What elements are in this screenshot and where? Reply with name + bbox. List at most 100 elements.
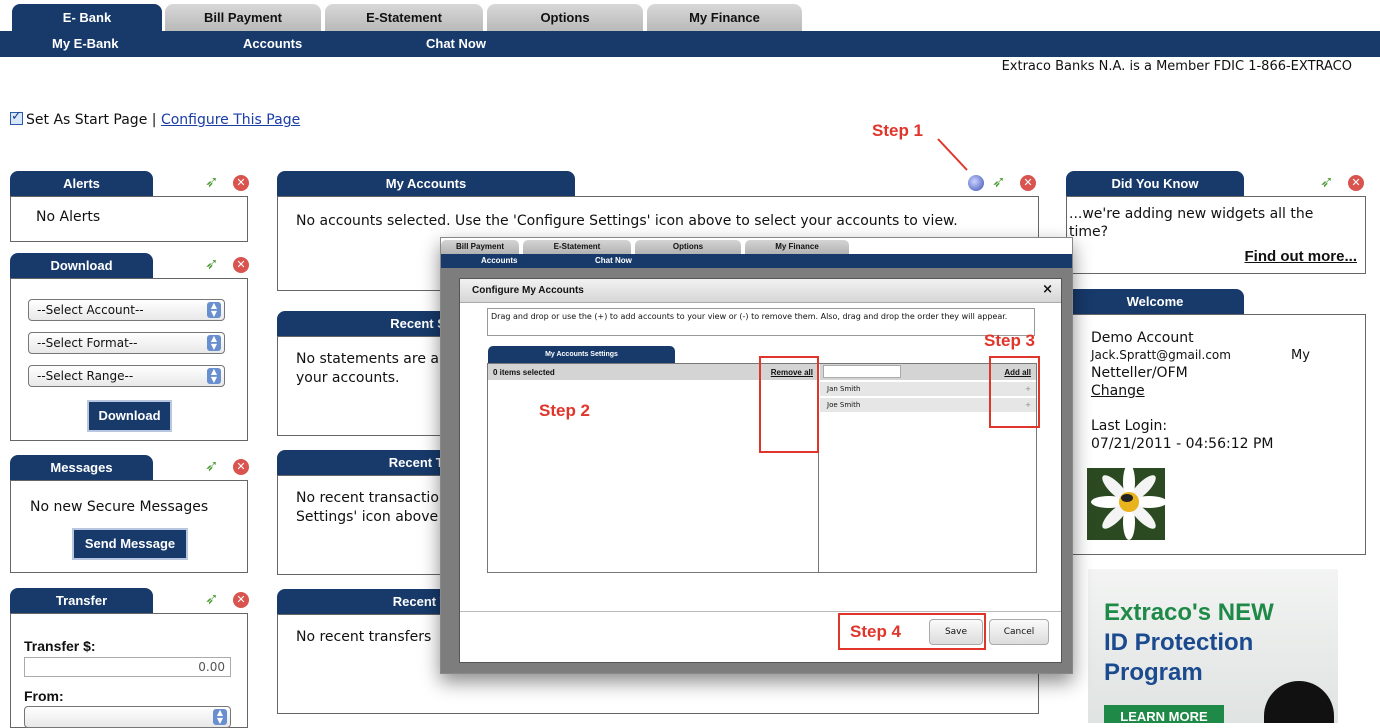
promo-line-3: Program (1104, 659, 1203, 686)
close-widget-icon[interactable]: ✕ (233, 175, 249, 191)
configure-dialog: Configure My Accounts × Drag and drop or… (459, 278, 1062, 663)
cancel-button[interactable]: Cancel (989, 619, 1049, 645)
alerts-title: Alerts (10, 171, 153, 196)
step-2-highlight (759, 356, 819, 453)
mini-nav-chat-now[interactable]: Chat Now (595, 256, 632, 265)
tab-e-statement[interactable]: E-Statement (325, 4, 483, 31)
welcome-netteller: Netteller/OFM (1091, 365, 1188, 381)
recent-transactions-text-1: No recent transactio (296, 490, 439, 506)
tab-options[interactable]: Options (487, 4, 643, 31)
download-button[interactable]: Download (87, 400, 172, 432)
mini-nav-accounts[interactable]: Accounts (481, 256, 517, 265)
id-protection-promo[interactable]: Extraco's NEW ID Protection Program LEAR… (1088, 569, 1338, 723)
transfer-from-label: From: (24, 688, 64, 704)
dialog-instructions: Drag and drop or use the (+) to add acco… (487, 308, 1035, 336)
step-1-pointer (937, 138, 968, 171)
did-you-know-text-2: time? (1069, 224, 1109, 240)
transfer-from-dropdown[interactable]: ▲ ▼ (24, 706, 231, 728)
download-title: Download (10, 253, 153, 278)
select-range-value: --Select Range-- (37, 369, 134, 383)
move-arrow-icon[interactable]: ➶ (205, 589, 218, 608)
dialog-title: Configure My Accounts (472, 285, 584, 296)
hooded-figure-image (1264, 681, 1334, 723)
welcome-email: Jack.Spratt@gmail.com (1091, 348, 1231, 362)
dialog-titlebar: Configure My Accounts × (460, 279, 1061, 303)
messages-text: No new Secure Messages (30, 499, 209, 515)
transfer-amount-label: Transfer $: (24, 638, 96, 654)
did-you-know-text-1: ...we're adding new widgets all the (1069, 206, 1314, 222)
account-name: Jan Smith (827, 385, 861, 393)
did-you-know-title: Did You Know (1066, 171, 1244, 196)
move-arrow-icon[interactable]: ➶ (1320, 172, 1333, 191)
messages-title: Messages (10, 455, 153, 480)
mini-navbar: Accounts Chat Now (441, 254, 1072, 268)
configure-page-link[interactable]: Configure This Page (161, 112, 300, 128)
transfer-amount-input[interactable]: 0.00 (24, 657, 231, 677)
move-arrow-icon[interactable]: ➶ (205, 172, 218, 191)
fdic-notice: Extraco Banks N.A. is a Member FDIC 1-86… (1001, 59, 1352, 74)
close-widget-icon[interactable]: ✕ (233, 257, 249, 273)
last-login-value: 07/21/2011 - 04:56:12 PM (1091, 436, 1274, 452)
configure-overlay: Bill Payment E-Statement Options My Fina… (440, 237, 1073, 674)
welcome-tag-my: My (1291, 348, 1310, 363)
dialog-divider (460, 611, 1061, 612)
close-icon[interactable]: × (1042, 282, 1053, 297)
mini-tab-options[interactable]: Options (635, 240, 741, 254)
step-3-label: Step 3 (984, 331, 1036, 350)
messages-widget: No new Secure Messages Send Message (10, 480, 248, 573)
select-format-dropdown[interactable]: --Select Format-- ▲ ▼ (28, 332, 225, 354)
select-format-value: --Select Format-- (37, 336, 138, 350)
start-page-row: Set As Start Page | Configure This Page (10, 109, 300, 128)
close-widget-icon[interactable]: ✕ (233, 592, 249, 608)
accounts-settings-tab[interactable]: My Accounts Settings (488, 346, 675, 363)
select-account-value: --Select Account-- (37, 303, 144, 317)
avatar (1087, 468, 1165, 540)
filter-input[interactable] (823, 365, 901, 378)
tab-bill-payment[interactable]: Bill Payment (165, 4, 321, 31)
mini-tab-e-statement[interactable]: E-Statement (523, 240, 631, 254)
close-widget-icon[interactable]: ✕ (1348, 175, 1364, 191)
mini-tab-bill-payment[interactable]: Bill Payment (441, 240, 519, 254)
configure-settings-icon[interactable] (968, 175, 984, 191)
welcome-widget: Demo Account Jack.Spratt@gmail.com My Ne… (1066, 314, 1366, 555)
promo-line-1: Extraco's NEW (1104, 599, 1274, 626)
step-3-highlight (989, 356, 1040, 428)
selected-count: 0 items selected (493, 368, 555, 377)
recent-statements-text-2: your accounts. (296, 370, 400, 386)
find-out-more-link[interactable]: Find out more... (1245, 248, 1358, 265)
recent-statements-text-1: No statements are a (296, 351, 439, 367)
my-accounts-text: No accounts selected. Use the 'Configure… (296, 213, 958, 229)
close-widget-icon[interactable]: ✕ (1020, 175, 1036, 191)
recent-transactions-text-2: Settings' icon above (296, 509, 439, 525)
start-page-checkbox[interactable] (10, 109, 23, 125)
close-widget-icon[interactable]: ✕ (233, 459, 249, 475)
nav-my-e-bank[interactable]: My E-Bank (52, 31, 118, 57)
change-link[interactable]: Change (1091, 383, 1145, 399)
move-arrow-icon[interactable]: ➶ (205, 254, 218, 273)
dropdown-arrows-icon: ▲ ▼ (207, 302, 221, 318)
promo-line-2: ID Protection (1104, 629, 1254, 656)
download-widget: --Select Account-- ▲ ▼ --Select Format-- ▲ ▼… (10, 278, 248, 441)
did-you-know-widget: ...we're adding new widgets all the time… (1066, 196, 1366, 274)
step-1-label: Step 1 (872, 121, 924, 140)
dropdown-arrows-icon: ▲ ▼ (207, 335, 221, 351)
sub-navigation-bar: My E-Bank Accounts Chat Now (0, 31, 1380, 57)
my-accounts-title: My Accounts (277, 171, 575, 196)
mini-tab-my-finance[interactable]: My Finance (745, 240, 849, 254)
transfer-title: Transfer (10, 588, 153, 613)
last-login-label: Last Login: (1091, 418, 1168, 434)
send-message-button[interactable]: Send Message (72, 528, 188, 560)
select-account-dropdown[interactable]: --Select Account-- ▲ ▼ (28, 299, 225, 321)
account-name: Joe Smith (827, 401, 861, 409)
nav-chat-now[interactable]: Chat Now (426, 31, 486, 57)
dropdown-arrows-icon: ▲ ▼ (207, 368, 221, 384)
select-range-dropdown[interactable]: --Select Range-- ▲ ▼ (28, 365, 225, 387)
alerts-text: No Alerts (36, 209, 101, 225)
learn-more-button[interactable]: LEARN MORE (1104, 705, 1224, 723)
move-arrow-icon[interactable]: ➶ (992, 172, 1005, 191)
tab-my-finance[interactable]: My Finance (647, 4, 802, 31)
nav-accounts[interactable]: Accounts (243, 31, 302, 57)
alerts-widget: No Alerts (10, 196, 248, 242)
tab-e-bank[interactable]: E- Bank (12, 4, 162, 31)
move-arrow-icon[interactable]: ➶ (205, 456, 218, 475)
